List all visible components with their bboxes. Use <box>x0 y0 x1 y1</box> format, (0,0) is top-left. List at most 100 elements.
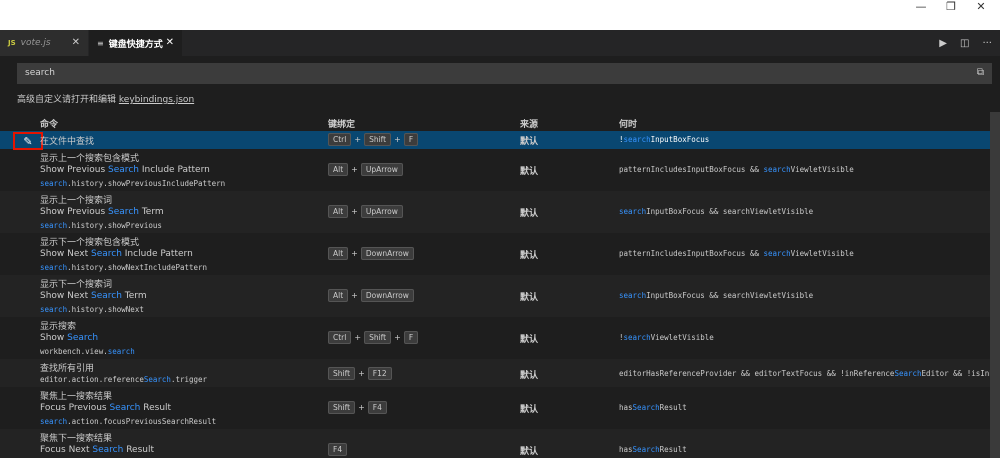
id-highlight: Search <box>143 375 171 384</box>
close-window-icon[interactable]: ✕ <box>966 0 996 16</box>
when-highlight: Search <box>632 403 660 412</box>
tab-label: vote.js <box>20 38 51 48</box>
when-text: patternIncludesInputBoxFocus && <box>619 165 764 174</box>
more-actions-icon[interactable]: ··· <box>982 38 992 49</box>
command-id: search.action.focusPreviousSearchResult <box>40 417 216 426</box>
tab-label: 键盘快捷方式 <box>108 39 163 50</box>
tab-vote-js[interactable]: JS vote.js ✕ <box>0 30 88 56</box>
title-bar: — ❐ ✕ <box>0 0 1000 30</box>
label-text: Show Next <box>40 249 91 259</box>
hint-text: 高级自定义请打开和编辑 <box>17 95 117 105</box>
command-title: 显示上一个搜索包含模式 <box>40 154 140 164</box>
when-clause: !searchViewletVisible <box>619 333 714 342</box>
table-row[interactable]: 显示下一个搜索词 Show Next Search Term search.hi… <box>0 275 990 317</box>
search-input[interactable] <box>25 63 925 84</box>
command-title: 显示下一个搜索包含模式 <box>40 238 140 248</box>
plus-sign: + <box>358 403 365 412</box>
key: DownArrow <box>360 289 414 302</box>
table-header: 命令 键绑定 来源 何时 <box>0 114 990 132</box>
label-text: Focus Next <box>40 445 93 455</box>
table-row[interactable]: 聚焦下一搜索结果 Focus Next Search Result F4 默认 … <box>0 429 990 458</box>
key: Shift <box>328 367 356 380</box>
id-text: .history.showPreviousIncludePattern <box>67 179 226 188</box>
label-highlight: Search <box>108 207 139 217</box>
sort-by-precedence-icon[interactable]: ⧉ <box>977 67 984 78</box>
table-row[interactable]: 查找所有引用 editor.action.referenceSearch.tri… <box>0 359 1000 387</box>
minimize-icon[interactable]: — <box>906 0 936 16</box>
column-when: 何时 <box>619 120 638 130</box>
command-title: 查找所有引用 <box>40 364 95 374</box>
close-icon[interactable]: ✕ <box>166 37 174 48</box>
when-clause: searchInputBoxFocus && searchViewletVisi… <box>619 291 813 300</box>
label-text: Show Previous <box>40 165 109 175</box>
when-text: has <box>619 445 633 454</box>
table-row[interactable]: 显示搜索 Show Search workbench.view.search C… <box>0 317 990 359</box>
table-row[interactable]: 显示上一个搜索词 Show Previous Search Term searc… <box>0 191 990 233</box>
source: 默认 <box>520 251 539 261</box>
keybinding: Ctrl + Shift + F <box>328 331 419 344</box>
command-label: Show Previous Search Include Pattern <box>40 165 210 175</box>
when-text: InputBoxFocus <box>650 135 710 144</box>
split-editor-icon[interactable]: ◫ <box>960 38 969 49</box>
table-row[interactable]: 显示下一个搜索包含模式 Show Next Search Include Pat… <box>0 233 990 275</box>
table-row[interactable]: 聚焦上一搜索结果 Focus Previous Search Result se… <box>0 387 990 429</box>
id-highlight: search <box>40 305 68 314</box>
key: F12 <box>367 367 392 380</box>
vertical-scrollbar[interactable] <box>990 112 1000 458</box>
keybinding: Alt + UpArrow <box>328 163 403 176</box>
source: 默认 <box>520 137 539 147</box>
key: F4 <box>367 401 387 414</box>
edit-keybinding-button[interactable]: ✎ <box>13 132 43 150</box>
id-text: .history.showNextIncludePattern <box>67 263 208 272</box>
label-text: Term <box>121 291 147 301</box>
command-id: search.history.showNext <box>40 305 144 314</box>
source: 默认 <box>520 209 539 219</box>
command-id: search.history.showPreviousIncludePatter… <box>40 179 225 188</box>
javascript-file-icon: JS <box>8 39 16 47</box>
command-title: 聚焦上一搜索结果 <box>40 392 113 402</box>
plus-sign: + <box>358 369 365 378</box>
table-row[interactable]: ✎ 在文件中查找 Ctrl + Shift + F 默认 !searchInputB… <box>0 131 990 150</box>
tab-keyboard-shortcuts[interactable]: ≡ 键盘快捷方式 ✕ <box>89 30 182 56</box>
label-text: Include Pattern <box>121 249 193 259</box>
key: F4 <box>328 443 348 456</box>
label-text: Result <box>123 445 154 455</box>
restore-icon[interactable]: ❐ <box>936 0 966 16</box>
label-text: Term <box>138 207 164 217</box>
when-text: patternIncludesInputBoxFocus && <box>619 249 764 258</box>
key: Alt <box>328 205 349 218</box>
scrollbar-thumb[interactable] <box>990 112 1000 458</box>
id-text: .history.showNext <box>67 305 144 314</box>
table-row[interactable]: 显示上一个搜索包含模式 Show Previous Search Include… <box>0 149 990 191</box>
source: 默认 <box>520 405 539 415</box>
key: Alt <box>328 247 349 260</box>
run-icon[interactable]: ▶ <box>939 38 947 49</box>
command-title: 显示下一个搜索词 <box>40 280 113 290</box>
id-highlight: search <box>40 417 68 426</box>
when-highlight: search <box>623 135 651 144</box>
when-clause: hasSearchResult <box>619 445 687 454</box>
plus-sign: + <box>351 249 358 258</box>
plus-sign: + <box>394 333 401 342</box>
command-title: 聚焦下一搜索结果 <box>40 434 113 444</box>
id-text: editor.action.reference <box>40 375 144 384</box>
keybindings-json-link[interactable]: keybindings.json <box>119 95 194 105</box>
when-highlight: search <box>763 249 791 258</box>
key: Shift <box>328 401 356 414</box>
key: Alt <box>328 163 349 176</box>
id-text: .action.focusPreviousSearchResult <box>67 417 217 426</box>
when-text: InputBoxFocus && searchViewletVisible <box>646 207 814 216</box>
keybinding: F4 <box>328 443 348 456</box>
editor-actions: ▶ ◫ ··· <box>939 30 992 56</box>
close-icon[interactable]: ✕ <box>72 37 80 48</box>
command-id: workbench.view.search <box>40 347 135 356</box>
when-text: Result <box>659 403 687 412</box>
key: UpArrow <box>360 163 403 176</box>
when-highlight: search <box>619 207 647 216</box>
command-id: search.history.showNextIncludePattern <box>40 263 207 272</box>
label-text: Include Pattern <box>138 165 210 175</box>
when-clause: patternIncludesInputBoxFocus && searchVi… <box>619 249 854 258</box>
when-highlight: Search <box>632 445 660 454</box>
label-highlight: Search <box>92 445 124 455</box>
keybinding: Alt + DownArrow <box>328 247 414 260</box>
